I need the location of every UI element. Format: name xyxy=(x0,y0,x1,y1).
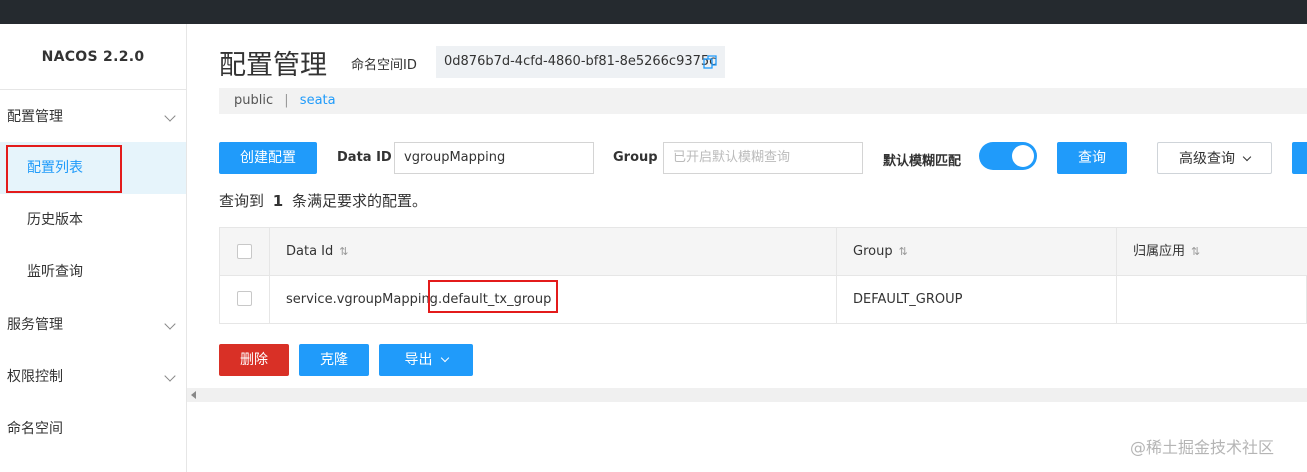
row-checkbox[interactable] xyxy=(237,291,252,306)
result-suffix: 条满足要求的配置。 xyxy=(292,192,428,210)
sidebar-group-label: 命名空间 xyxy=(7,421,63,437)
more-action-button[interactable] xyxy=(1292,142,1307,174)
sidebar-item-label: 监听查询 xyxy=(27,264,83,280)
namespace-label: 命名空间ID xyxy=(351,58,417,73)
breadcrumb-separator: | xyxy=(284,93,289,108)
export-button[interactable]: 导出 xyxy=(379,344,473,376)
result-count: 1 xyxy=(272,192,284,210)
main-content: 配置管理 命名空间ID 0d876b7d-4cfd-4860-bf81-8e52… xyxy=(187,24,1307,472)
scroll-left-arrow-icon[interactable] xyxy=(191,391,196,399)
data-id-input[interactable]: vgroupMapping xyxy=(394,142,594,174)
chevron-down-icon xyxy=(1242,152,1252,162)
top-bar xyxy=(0,0,1307,24)
breadcrumb-item-seata[interactable]: seata xyxy=(300,93,336,108)
query-button[interactable]: 查询 xyxy=(1057,142,1127,174)
sidebar-item-label: 历史版本 xyxy=(27,212,83,228)
chevron-down-icon xyxy=(164,370,176,382)
sidebar-group-label: 权限控制 xyxy=(7,369,63,385)
brand-logo: NACOS 2.2.0 xyxy=(0,24,186,90)
group-input[interactable]: 已开启默认模糊查询 xyxy=(663,142,863,174)
copy-icon[interactable] xyxy=(703,55,717,69)
chevron-down-icon xyxy=(440,353,449,363)
fuzzy-match-label: 默认模糊匹配 xyxy=(883,154,962,169)
chevron-down-icon xyxy=(164,318,176,330)
sort-icon[interactable]: ⇅ xyxy=(899,245,908,258)
table-row-group: DEFAULT_GROUP xyxy=(853,292,963,307)
sidebar-group-service-management[interactable]: 服务管理 xyxy=(0,300,186,350)
chevron-down-icon xyxy=(164,110,176,122)
toggle-knob xyxy=(1012,145,1034,167)
column-header-label: 归属应用 xyxy=(1133,244,1186,259)
clone-button[interactable]: 克隆 xyxy=(299,344,369,376)
result-prefix: 查询到 xyxy=(219,192,265,210)
table-row-app xyxy=(1117,276,1133,324)
export-label: 导出 xyxy=(404,352,433,368)
table-row-data-id: service.vgroupMapping.default_tx_group xyxy=(270,276,551,324)
delete-button[interactable]: 删除 xyxy=(219,344,289,376)
watermark: @稀土掘金技术社区 xyxy=(1130,438,1275,457)
horizontal-scrollbar[interactable] xyxy=(187,388,1307,402)
group-label: Group xyxy=(613,150,658,165)
data-id-suffix: default_tx_group xyxy=(442,292,552,307)
select-all-checkbox[interactable] xyxy=(237,244,252,259)
sidebar-item-label: 配置列表 xyxy=(27,160,83,176)
column-header-app[interactable]: 归属应用 ⇅ xyxy=(1117,228,1200,276)
data-id-prefix: service.vgroupMapping. xyxy=(286,292,443,307)
result-summary: 查询到 1 条满足要求的配置。 xyxy=(219,190,427,211)
breadcrumb-item-public[interactable]: public xyxy=(234,93,273,108)
sidebar-item-listener-query[interactable]: 监听查询 xyxy=(0,246,186,298)
config-table: Data Id ⇅ Group ⇅ 归属应用 ⇅ service.vgroupMapp… xyxy=(219,227,1307,324)
sidebar: NACOS 2.2.0 配置管理 配置列表 历史版本 监听查询 服务管理 权限控… xyxy=(0,24,187,472)
fuzzy-match-toggle[interactable] xyxy=(979,142,1037,170)
column-header-data-id[interactable]: Data Id ⇅ xyxy=(270,228,348,276)
sidebar-group-namespace[interactable]: 命名空间 xyxy=(0,404,186,454)
sort-icon[interactable]: ⇅ xyxy=(1191,245,1200,258)
page-title: 配置管理 xyxy=(219,50,327,81)
sidebar-item-history[interactable]: 历史版本 xyxy=(0,194,186,246)
sidebar-item-config-list[interactable]: 配置列表 xyxy=(0,142,186,194)
sidebar-group-label: 服务管理 xyxy=(7,317,63,333)
sort-icon[interactable]: ⇅ xyxy=(339,245,348,258)
column-header-label: Group xyxy=(853,244,893,259)
column-header-group[interactable]: Group ⇅ xyxy=(837,228,908,276)
breadcrumb: public | seata xyxy=(219,88,1307,114)
create-config-button[interactable]: 创建配置 xyxy=(219,142,317,174)
column-header-label: Data Id xyxy=(286,244,334,259)
namespace-id-value: 0d876b7d-4cfd-4860-bf81-8e5266c9375c xyxy=(444,54,717,69)
advanced-query-label: 高级查询 xyxy=(1179,151,1235,167)
sidebar-group-config-management[interactable]: 配置管理 xyxy=(0,92,186,142)
sidebar-group-label: 配置管理 xyxy=(7,109,63,125)
data-id-label: Data ID xyxy=(337,150,392,165)
namespace-id-box: 0d876b7d-4cfd-4860-bf81-8e5266c9375c xyxy=(436,46,725,78)
advanced-query-button[interactable]: 高级查询 xyxy=(1157,142,1272,174)
sidebar-group-access-control[interactable]: 权限控制 xyxy=(0,352,186,402)
